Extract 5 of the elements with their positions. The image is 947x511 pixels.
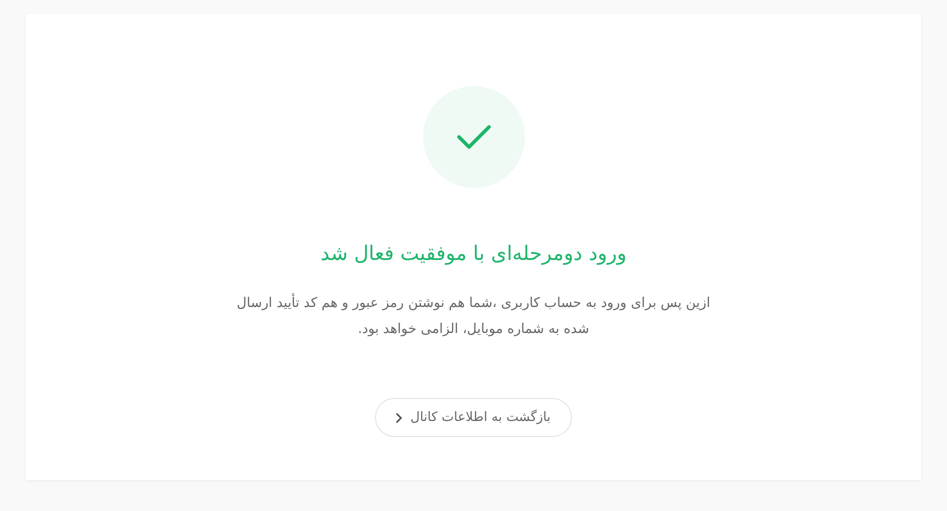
success-message: ازین پس برای ورود به حساب کاربری ،شما هم نوشتن رمز عبور و هم کد تأیید ارسال شده به شماره موبایل، الزامی خواهد بود. bbox=[236, 292, 711, 339]
success-title: ورود دومرحله‌ای با موفقیت فعال شد bbox=[320, 240, 627, 267]
check-icon bbox=[456, 123, 492, 151]
back-button[interactable]: بازگشت به اطلاعات کانال bbox=[375, 398, 572, 437]
chevron-right-icon bbox=[396, 412, 402, 422]
